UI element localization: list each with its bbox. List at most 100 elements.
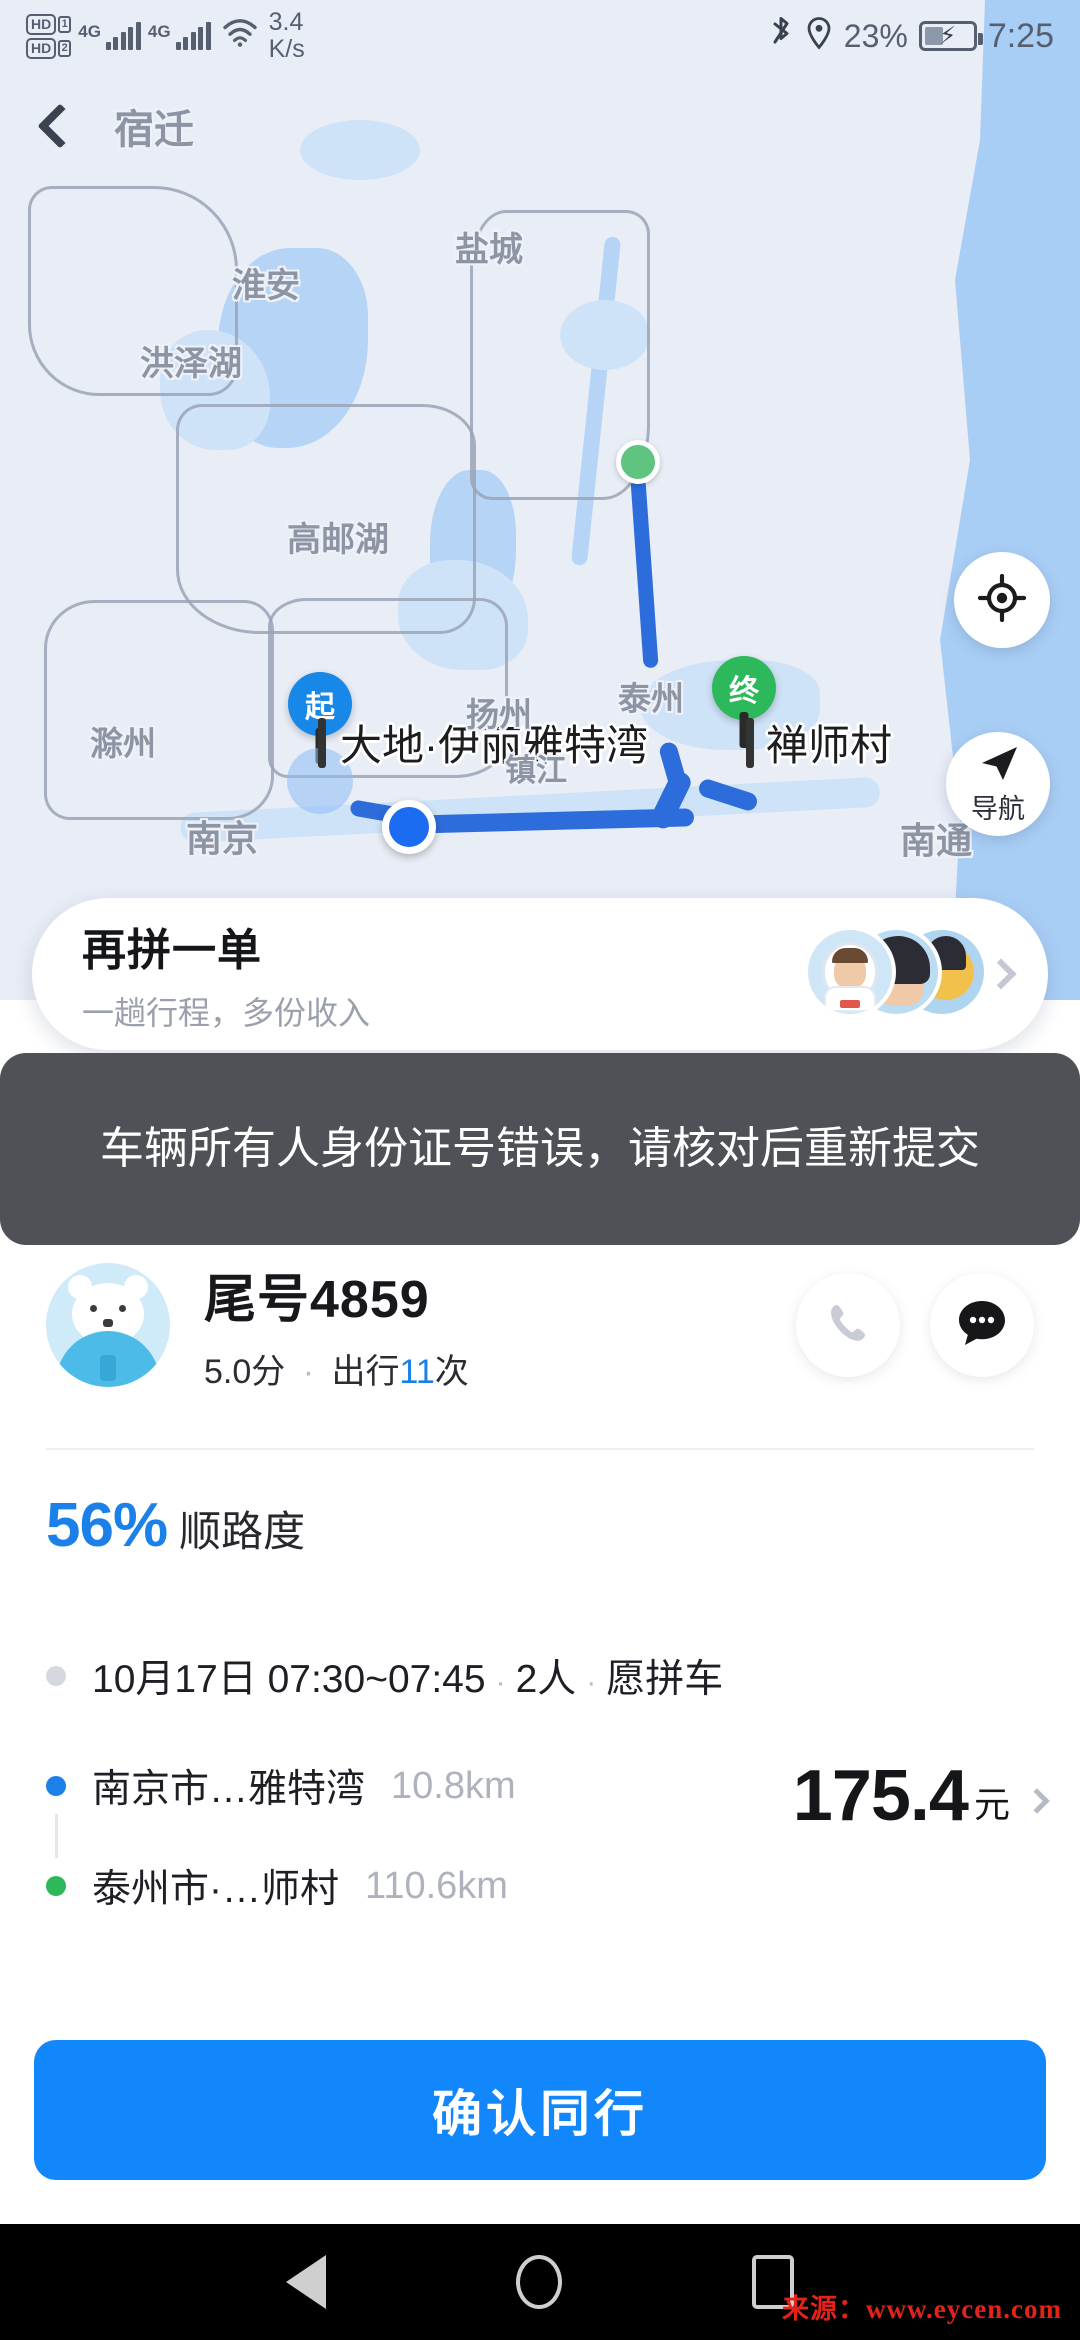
signal-sim2: 4G [148,22,211,50]
price-currency-unit: 元 [973,1784,1010,1825]
pool-card-title: 再拼一单 [82,926,262,975]
bluetooth-icon [768,15,794,58]
network-speed-unit: K/s [268,35,305,63]
nav-back-button[interactable] [286,2255,326,2309]
trip-schedule-text: 10月17日 07:30~07:45 · 2人 · 愿拼车 [92,1648,723,1704]
nav-home-circle-icon[interactable] [516,2255,562,2309]
map-label-gaoyouhu: 高邮湖 [287,521,389,559]
trip-schedule-sep-2: · [586,1666,597,1699]
back-chevron-icon[interactable] [37,103,83,149]
map-label-chuzhou: 滁州 [90,725,156,762]
map-label-hongzehu: 洪泽湖 [140,345,242,383]
message-button[interactable] [930,1273,1034,1377]
signal-sim1: 4G [78,22,141,50]
map-current-location-dot [382,800,436,854]
location-icon [805,16,833,57]
trip-schedule-sep-1: · [495,1666,506,1699]
hd-sim2: HD 2 [26,37,72,59]
hd-sim1-label: HD [26,13,57,35]
chat-dots-icon [954,1297,1010,1354]
status-bar-right: 23% ⚡ 7:25 [768,15,1054,58]
trip-destination-text: 泰州市·…师村 [92,1868,339,1911]
hd-sim1: HD 1 [26,13,72,35]
schedule-bullet-icon [46,1666,66,1686]
error-toast-message: 车辆所有人身份证号错误，请核对后重新提交 [100,1124,980,1174]
match-rate-label: 顺路度 [179,1508,306,1555]
top-bar: 宿迁 [0,76,1080,176]
locate-crosshair-icon [977,573,1027,628]
trip-origin-text: 南京市…雅特湾 [92,1768,366,1811]
chevron-right-icon [985,958,1017,990]
page-title: 宿迁 [114,108,194,152]
volte-hd-indicators: HD 1 HD 2 [26,13,72,59]
trip-schedule-row: 10月17日 07:30~07:45 · 2人 · 愿拼车 [46,1640,1034,1712]
map-poi-end-label: 禅师村 [766,722,893,769]
trip-origin-distance: 10.8km [391,1764,516,1807]
price-block[interactable]: 175.4 元 [792,1756,1050,1836]
trip-schedule-time: 10月17日 07:30~07:45 [92,1658,486,1701]
driver-rating: 5.0分 [204,1353,286,1391]
app-screen: 起 终 大地·伊丽雅特湾 禅师村 淮安 洪泽湖 盐城 高邮湖 扬州 泰州 滁州 … [0,0,1080,2340]
signal-bars-sim2-icon [175,22,211,50]
pool-card-subtitle: 一趟行程，多份收入 [82,995,371,1031]
bear-avatar-icon [46,1263,170,1387]
chevron-right-icon [1024,1788,1050,1814]
trip-carpool-pref: 愿拼车 [606,1658,724,1701]
source-watermark: 来源：www.eycen.com [782,2294,1062,2324]
navigation-arrow-icon [974,742,1022,789]
navigate-button-label: 导航 [971,794,1025,824]
hd-sim1-number: 1 [58,15,72,33]
trip-destination-distance: 110.6km [365,1864,508,1907]
hd-sim2-number: 2 [58,39,72,57]
driver-meta-separator: · [302,1353,315,1391]
phone-icon [823,1298,873,1353]
locate-button[interactable] [954,552,1050,648]
match-rate-row: 56% 顺路度 [46,1490,305,1561]
clock-label: 7:25 [987,16,1054,55]
trip-passengers: 2人 [515,1658,577,1701]
wifi-icon [222,18,258,55]
origin-bullet-icon [46,1776,66,1796]
battery-percent-label: 23% [843,17,908,54]
battery-charging-icon: ⚡ [918,21,983,51]
map-label-taizhou: 泰州 [618,680,684,717]
network-speed-value: 3.4 [268,8,304,36]
map-poi-end-pin [746,718,754,768]
map-marker-end[interactable]: 终 [712,656,776,748]
map-label-nanjing: 南京 [186,818,259,859]
nav-back-triangle-icon [286,2255,326,2309]
map-label-yancheng: 盐城 [455,231,523,269]
price-amount: 175.4 [792,1756,969,1836]
map-label-yangzhou: 扬州 [466,696,532,733]
map-marker-end-label: 终 [729,675,759,708]
map-route-east2 [657,740,689,792]
confirm-ride-button[interactable]: 确认同行 [34,2040,1046,2180]
destination-bullet-icon [46,1876,66,1896]
hd-sim2-label: HD [26,37,57,59]
avatar-group-icon [804,926,988,1022]
driver-trips-suffix: 次 [434,1353,469,1391]
navigate-button[interactable]: 导航 [946,732,1050,836]
map-label-huaian: 淮安 [232,267,300,305]
network-speed: 3.4 K/s [269,9,305,63]
map-border-d [44,600,274,820]
signal-bars-sim1-icon [105,22,141,50]
driver-info: 尾号4859 5.0分 · 出行11次 [204,1257,796,1393]
status-bar: HD 1 HD 2 4G 4G 3.4 K/s 23% ⚡ 7:25 [0,0,1080,72]
error-toast: 车辆所有人身份证号错误，请核对后重新提交 [0,1053,1080,1245]
map-poi-start-pin [318,718,326,768]
map-route-north [630,477,659,669]
pool-card-texts: 再拼一单 一趟行程，多份收入 [82,914,804,1034]
map-waypoint-green [616,440,660,484]
trip-destination-row: 泰州市·…师村 110.6km [46,1850,1034,1922]
match-rate-percent: 56% [46,1491,168,1560]
network-type-sim2: 4G [147,22,171,41]
avatar-1 [804,926,896,1018]
status-bar-left: HD 1 HD 2 4G 4G 3.4 K/s [26,9,305,63]
pool-another-order-card[interactable]: 再拼一单 一趟行程，多份收入 [32,898,1048,1050]
call-button[interactable] [796,1273,900,1377]
driver-row: 尾号4859 5.0分 · 出行11次 [0,1236,1080,1414]
driver-plate-suffix: 尾号4859 [204,1271,430,1329]
driver-trips-prefix: 出行 [331,1353,400,1391]
map-label-zhenjiang: 镇江 [505,753,567,788]
